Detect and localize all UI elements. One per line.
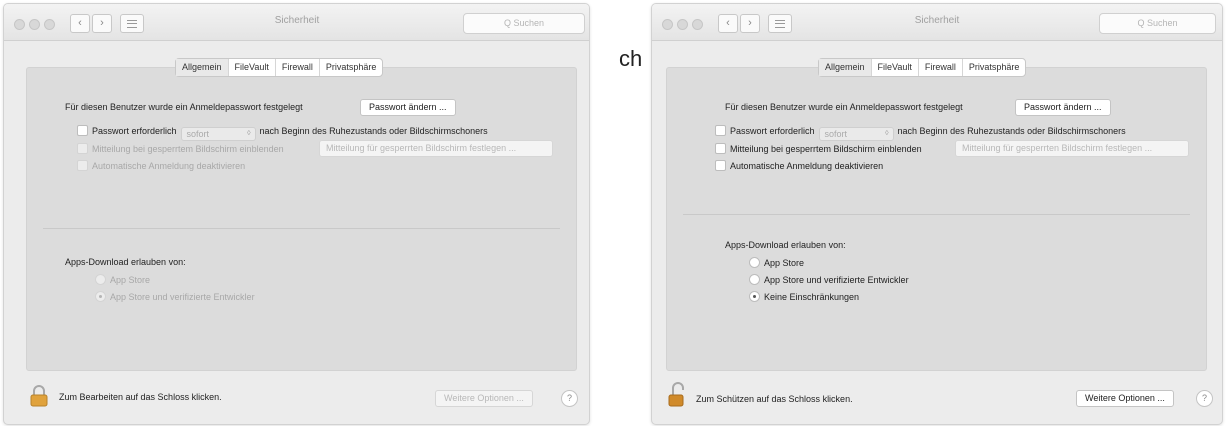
radio-app-store-verified-label: App Store und verifizierte Entwickler [110,292,255,302]
require-password-label: Passwort erforderlich [730,126,815,136]
stray-text: ch [619,46,643,71]
lockscreen-message-row: Mitteilung bei gesperrtem Bildschirm ein… [715,143,922,154]
forward-button[interactable]: › [740,14,760,33]
title-bar: ‹ › Sicherheit Q Suchen [652,4,1222,41]
lock-open-icon[interactable] [668,381,690,407]
change-password-button[interactable]: Passwort ändern ... [360,99,456,116]
security-window-unlocked: ‹ › Sicherheit Q Suchen Allgemein FileVa… [651,3,1223,425]
tab-bar: Allgemein FileVault Firewall Privatsphär… [175,58,384,77]
search-field[interactable]: Q Suchen [1099,13,1216,34]
tab-filevault[interactable]: FileVault [229,59,276,76]
require-password-select[interactable]: sofort ◊ [180,127,256,141]
window-title: Sicherheit [914,15,960,26]
close-window-button[interactable] [14,19,25,30]
auto-login-label: Automatische Anmeldung deaktivieren [730,161,884,171]
tab-privatsphaere[interactable]: Privatsphäre [963,59,1026,76]
require-password-row: Passwort erforderlich sofort ◊ nach Beginn … [77,125,488,141]
zoom-window-button[interactable] [44,19,55,30]
require-password-suffix: nach Beginn des Ruhezustands oder Bildsc… [897,126,1126,136]
tab-filevault[interactable]: FileVault [872,59,919,76]
close-window-button[interactable] [662,19,673,30]
radio-app-store-circle[interactable] [95,274,106,285]
lockscreen-message-label: Mitteilung bei gesperrtem Bildschirm ein… [730,144,922,154]
require-password-select[interactable]: sofort ◊ [818,127,894,141]
show-all-button[interactable] [768,14,792,33]
radio-app-store[interactable]: App Store [95,274,150,285]
require-password-checkbox[interactable] [77,125,88,136]
tab-firewall[interactable]: Firewall [276,59,320,76]
lockscreen-message-checkbox[interactable] [77,143,88,154]
password-set-text: Für diesen Benutzer wurde ein Anmeldepas… [65,102,303,112]
zoom-window-button[interactable] [692,19,703,30]
apps-download-heading: Apps-Download erlauben von: [65,257,186,267]
lockscreen-message-button[interactable]: Mitteilung für gesperrten Bildschirm fes… [319,140,553,157]
tab-allgemein[interactable]: Allgemein [819,59,872,76]
lock-closed-icon[interactable] [29,385,49,407]
section-divider [43,228,560,229]
tab-privatsphaere[interactable]: Privatsphäre [320,59,383,76]
require-password-checkbox[interactable] [715,125,726,136]
more-options-button[interactable]: Weitere Optionen ... [435,390,533,407]
title-bar: ‹ › Sicherheit Q Suchen [4,4,589,41]
tab-firewall[interactable]: Firewall [919,59,963,76]
grid-icon [775,20,785,28]
radio-app-store-verified[interactable]: App Store und verifizierte Entwickler [749,274,909,285]
auto-login-checkbox[interactable] [715,160,726,171]
lockscreen-message-row: Mitteilung bei gesperrtem Bildschirm ein… [77,143,284,154]
lockscreen-message-button[interactable]: Mitteilung für gesperrten Bildschirm fes… [955,140,1189,157]
radio-app-store-verified-circle[interactable] [95,291,106,302]
radio-app-store-circle[interactable] [749,257,760,268]
window-title: Sicherheit [274,15,320,26]
lockscreen-message-label: Mitteilung bei gesperrtem Bildschirm ein… [92,144,284,154]
change-password-button[interactable]: Passwort ändern ... [1015,99,1111,116]
more-options-button[interactable]: Weitere Optionen ... [1076,390,1174,407]
require-password-select-value: sofort [186,129,210,139]
auto-login-row: Automatische Anmeldung deaktivieren [77,160,245,171]
back-button[interactable]: ‹ [70,14,90,33]
radio-app-store-label: App Store [764,258,805,268]
back-button[interactable]: ‹ [718,14,738,33]
minimize-window-button[interactable] [29,19,40,30]
require-password-row: Passwort erforderlich sofort ◊ nach Beginn … [715,125,1126,141]
search-field[interactable]: Q Suchen [463,13,585,34]
general-panel: Für diesen Benutzer wurde ein Anmeldepas… [666,67,1207,371]
radio-no-restrictions-label: Keine Einschränkungen [764,292,860,302]
radio-no-restrictions-circle[interactable] [749,291,760,302]
general-panel: Für diesen Benutzer wurde ein Anmeldepas… [26,67,577,371]
help-button[interactable]: ? [561,390,578,407]
apps-download-heading: Apps-Download erlauben von: [725,240,846,250]
auto-login-row: Automatische Anmeldung deaktivieren [715,160,883,171]
select-arrows-icon: ◊ [885,130,889,137]
lock-hint-text: Zum Schützen auf das Schloss klicken. [696,394,853,404]
password-set-text: Für diesen Benutzer wurde ein Anmeldepas… [725,102,963,112]
radio-app-store-verified-circle[interactable] [749,274,760,285]
auto-login-label: Automatische Anmeldung deaktivieren [92,161,246,171]
lockscreen-message-checkbox[interactable] [715,143,726,154]
radio-app-store-label: App Store [110,275,151,285]
require-password-select-value: sofort [824,129,848,139]
radio-app-store-verified-label: App Store und verifizierte Entwickler [764,275,909,285]
radio-no-restrictions[interactable]: Keine Einschränkungen [749,291,859,302]
radio-app-store-verified[interactable]: App Store und verifizierte Entwickler [95,291,255,302]
minimize-window-button[interactable] [677,19,688,30]
radio-app-store[interactable]: App Store [749,257,804,268]
require-password-label: Passwort erforderlich [92,126,177,136]
help-button[interactable]: ? [1196,390,1213,407]
show-all-button[interactable] [120,14,144,33]
auto-login-checkbox[interactable] [77,160,88,171]
tab-allgemein[interactable]: Allgemein [176,59,229,76]
grid-icon [127,20,137,28]
select-arrows-icon: ◊ [247,130,251,137]
lock-hint-text: Zum Bearbeiten auf das Schloss klicken. [59,392,222,402]
tab-bar: Allgemein FileVault Firewall Privatsphär… [818,58,1027,77]
security-window-locked: ‹ › Sicherheit Q Suchen Allgemein FileVa… [3,3,590,425]
require-password-suffix: nach Beginn des Ruhezustands oder Bildsc… [259,126,488,136]
forward-button[interactable]: › [92,14,112,33]
section-divider [683,214,1190,215]
